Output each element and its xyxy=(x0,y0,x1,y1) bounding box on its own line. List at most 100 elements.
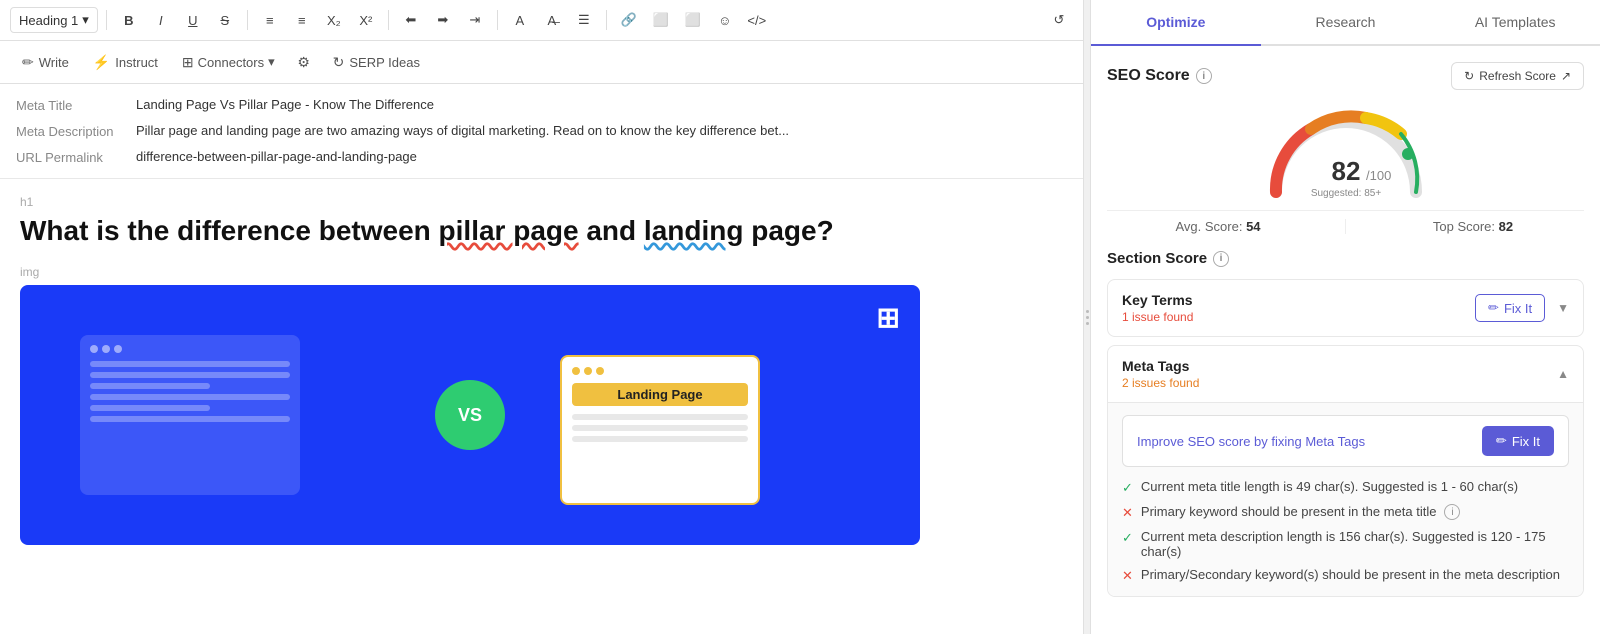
seo-score-section: SEO Score i ↻ Refresh Score ↗ xyxy=(1107,62,1584,234)
meta-tags-left: Meta Tags 2 issues found xyxy=(1122,358,1199,390)
check-info-icon[interactable]: i xyxy=(1444,504,1460,520)
align-right-button[interactable]: ➡ xyxy=(429,6,457,34)
line-2 xyxy=(90,372,290,378)
dot-yellow-1 xyxy=(572,367,580,375)
check-fail-icon-1: ✕ xyxy=(1122,505,1133,521)
lp-line-2 xyxy=(572,425,748,431)
avg-score-stat: Avg. Score: 54 xyxy=(1107,219,1329,234)
tab-ai-templates[interactable]: AI Templates xyxy=(1430,0,1600,46)
meta-url-value[interactable]: difference-between-pillar-page-and-landi… xyxy=(136,149,1067,164)
dot-blue xyxy=(114,345,122,353)
clear-format-button[interactable]: A̶ xyxy=(538,6,566,34)
indent-button[interactable]: ⇥ xyxy=(461,6,489,34)
italic-button[interactable]: I xyxy=(147,6,175,34)
serp-ideas-button[interactable]: ↻ SERP Ideas xyxy=(323,49,430,76)
write-label: Write xyxy=(39,55,69,70)
meta-description-row: Meta Description Pillar page and landing… xyxy=(16,118,1067,144)
panel-tabs: Optimize Research AI Templates xyxy=(1091,0,1600,46)
refresh-label: Refresh Score xyxy=(1479,69,1556,83)
title-highlight-landing: landing xyxy=(644,215,744,246)
meta-tags-issues: 2 issues found xyxy=(1122,376,1199,390)
check-item-3: ✓ Current meta description length is 156… xyxy=(1122,529,1569,559)
check-pass-icon-1: ✓ xyxy=(1122,480,1133,496)
unordered-list-button[interactable]: ≡ xyxy=(288,6,316,34)
brand-icon: ⊞ xyxy=(877,301,900,334)
bold-button[interactable]: B xyxy=(115,6,143,34)
dot-yellow-3 xyxy=(596,367,604,375)
connectors-icon: ⊞ xyxy=(182,54,194,71)
write-button[interactable]: ✏ Write xyxy=(12,49,79,76)
svg-text:Suggested: 85+: Suggested: 85+ xyxy=(1310,188,1380,199)
heading-select-label: Heading 1 xyxy=(19,13,78,28)
title-part2: and xyxy=(579,215,644,246)
refresh-score-button[interactable]: ↻ Refresh Score ↗ xyxy=(1451,62,1584,90)
section-score-info-icon[interactable]: i xyxy=(1213,251,1229,267)
link-button[interactable]: 🔗 xyxy=(615,6,643,34)
meta-tags-expand: Improve SEO score by fixing Meta Tags ✏ … xyxy=(1108,402,1583,596)
toolbar-divider-4 xyxy=(497,10,498,30)
tab-research[interactable]: Research xyxy=(1261,0,1431,46)
align-center-button[interactable]: ☰ xyxy=(570,6,598,34)
key-terms-fix-button[interactable]: ✏ Fix It xyxy=(1475,294,1545,322)
ordered-list-button[interactable]: ≡ xyxy=(256,6,284,34)
line-5 xyxy=(90,405,210,411)
meta-tags-fix-label: Fix It xyxy=(1512,434,1540,449)
resize-dot-3 xyxy=(1086,322,1089,325)
instruct-label: Instruct xyxy=(115,55,158,70)
key-terms-header[interactable]: Key Terms 1 issue found ✏ Fix It ▼ xyxy=(1108,280,1583,336)
resize-dot-2 xyxy=(1086,316,1089,319)
section-score-header: Section Score i xyxy=(1107,250,1584,267)
instruct-icon: ⚡ xyxy=(93,54,110,71)
browser-dots-right xyxy=(572,367,748,375)
check-pass-icon-2: ✓ xyxy=(1122,530,1133,546)
article-image: Landing Page VS ⊞ xyxy=(20,285,920,545)
serp-icon: ↻ xyxy=(333,54,345,71)
score-stat-divider xyxy=(1345,219,1346,234)
refresh-icon: ↻ xyxy=(1464,69,1474,83)
improve-bar: Improve SEO score by fixing Meta Tags ✏ … xyxy=(1122,415,1569,467)
chevron-down-icon: ▾ xyxy=(82,12,89,28)
connectors-button[interactable]: ⊞ Connectors ▾ xyxy=(172,49,285,76)
meta-tags-item: Meta Tags 2 issues found ▲ Improve SEO s… xyxy=(1107,345,1584,597)
meta-title-row: Meta Title Landing Page Vs Pillar Page -… xyxy=(16,92,1067,118)
article-title[interactable]: What is the difference between pillar pa… xyxy=(20,213,1063,249)
toolbar-divider-3 xyxy=(388,10,389,30)
meta-title-value[interactable]: Landing Page Vs Pillar Page - Know The D… xyxy=(136,97,1067,112)
content-area[interactable]: h1 What is the difference between pillar… xyxy=(0,179,1083,634)
fix-it-icon-1: ✏ xyxy=(1488,300,1499,316)
key-terms-item: Key Terms 1 issue found ✏ Fix It ▼ xyxy=(1107,279,1584,337)
settings-button[interactable]: ⚙ xyxy=(289,47,319,77)
meta-tags-header[interactable]: Meta Tags 2 issues found ▲ xyxy=(1108,346,1583,402)
emoji-button[interactable]: ☺ xyxy=(711,6,739,34)
image-button[interactable]: ⬜ xyxy=(647,6,675,34)
underline-button[interactable]: U xyxy=(179,6,207,34)
meta-tags-fix-primary-button[interactable]: ✏ Fix It xyxy=(1482,426,1554,456)
dot-red xyxy=(90,345,98,353)
right-panel: Optimize Research AI Templates SEO Score… xyxy=(1090,0,1600,634)
heading-select[interactable]: Heading 1 ▾ xyxy=(10,7,98,33)
meta-description-value[interactable]: Pillar page and landing page are two ama… xyxy=(136,123,1067,138)
connectors-label: Connectors xyxy=(198,55,264,70)
write-icon: ✏ xyxy=(22,54,34,71)
seo-score-info-icon[interactable]: i xyxy=(1196,68,1212,84)
code-button[interactable]: </> xyxy=(743,6,771,34)
resize-dots xyxy=(1086,310,1089,325)
key-terms-chevron-icon: ▼ xyxy=(1557,301,1569,315)
meta-tags-name: Meta Tags xyxy=(1122,358,1199,374)
instruct-button[interactable]: ⚡ Instruct xyxy=(83,49,168,76)
media-button[interactable]: ⬜ xyxy=(679,6,707,34)
gauge-svg: 82 /100 Suggested: 85+ xyxy=(1256,102,1436,202)
align-left-button[interactable]: ⬅ xyxy=(397,6,425,34)
subscript-button[interactable]: X₂ xyxy=(320,6,348,34)
superscript-button[interactable]: X² xyxy=(352,6,380,34)
line-4 xyxy=(90,394,290,400)
check-text-1: Current meta title length is 49 char(s).… xyxy=(1141,479,1518,494)
tab-optimize[interactable]: Optimize xyxy=(1091,0,1261,46)
check-item-1: ✓ Current meta title length is 49 char(s… xyxy=(1122,479,1569,496)
meta-tags-chevron-icon: ▲ xyxy=(1557,367,1569,381)
text-color-button[interactable]: A xyxy=(506,6,534,34)
img-indicator: img xyxy=(20,265,1063,279)
strikethrough-button[interactable]: S xyxy=(211,6,239,34)
meta-description-label: Meta Description xyxy=(16,123,136,139)
history-button[interactable]: ↺ xyxy=(1045,6,1073,34)
